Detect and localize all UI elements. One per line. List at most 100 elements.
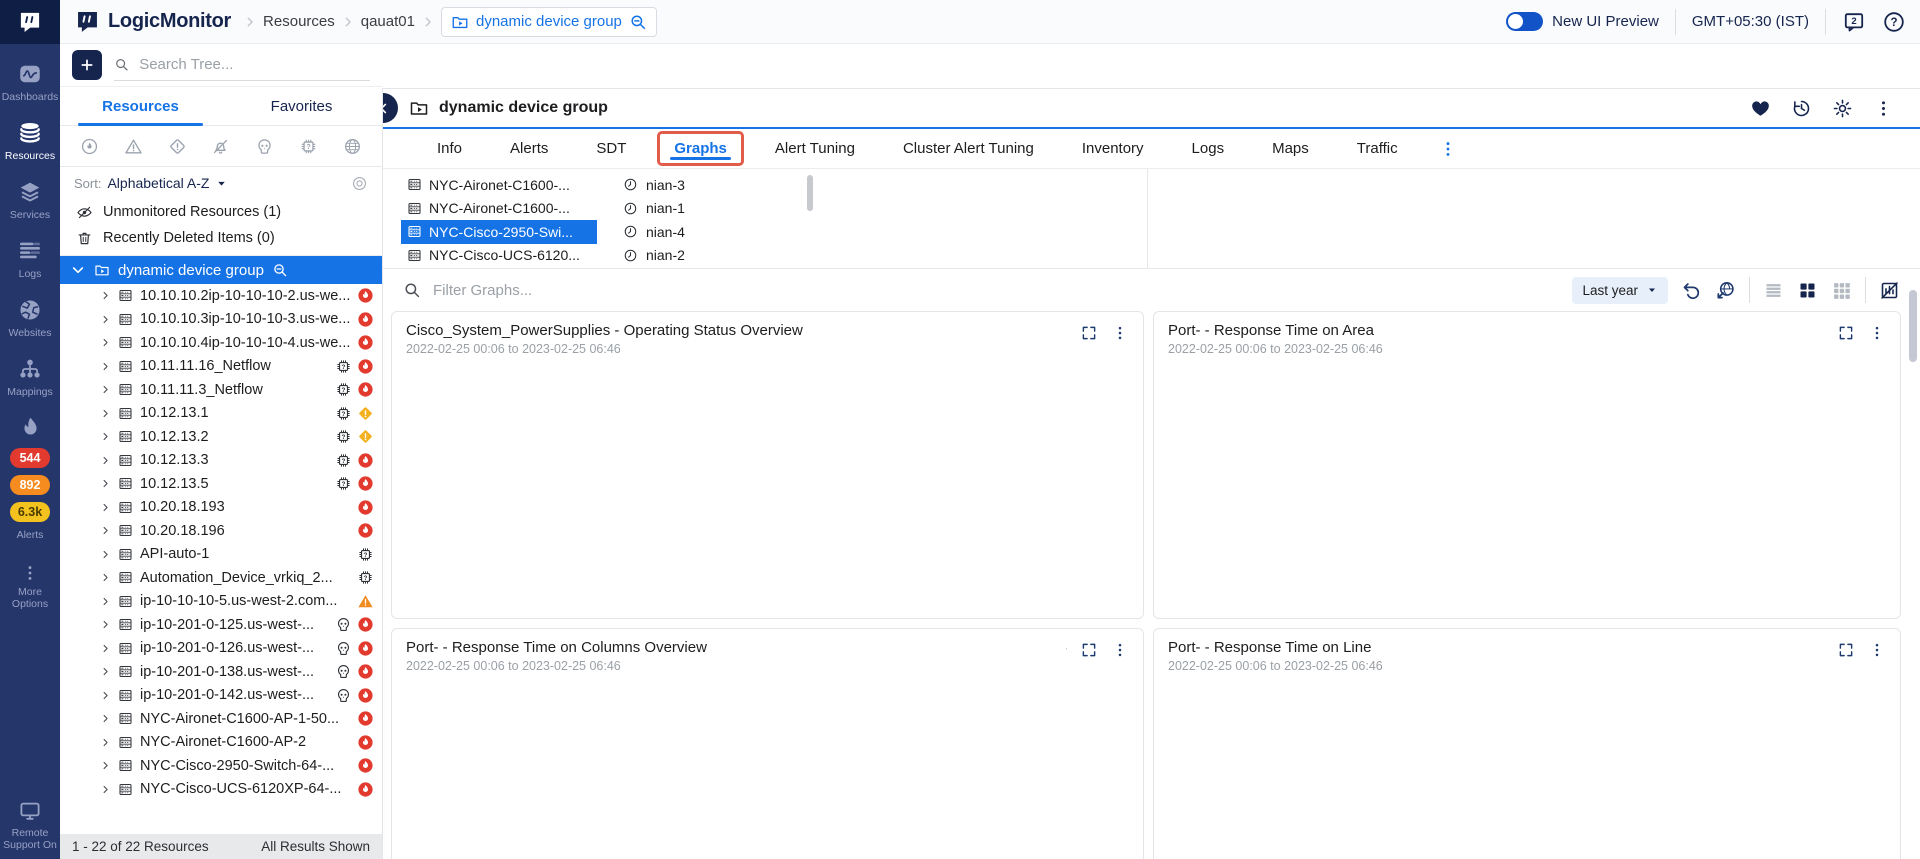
visibility-icon[interactable]: 02468Mar '22May '22Jul '22Sep '22Nov '22… <box>1049 324 1067 342</box>
rail-item-resources[interactable]: Resources <box>0 120 60 162</box>
tree-search-input[interactable] <box>137 55 370 74</box>
skull-icon[interactable] <box>255 137 274 156</box>
globe-export-icon[interactable] <box>1715 280 1736 301</box>
alert-count-badge[interactable]: 544 <box>10 448 50 468</box>
tab-cluster-alert-tuning[interactable]: Cluster Alert Tuning <box>879 131 1058 166</box>
feedback-chat-icon[interactable]: 2 <box>1842 10 1866 34</box>
tree-item[interactable]: 10.12.13.3 ? <box>60 449 382 473</box>
tree-tab-favorites[interactable]: Favorites <box>221 87 382 125</box>
tree-shortcut[interactable]: Recently Deleted Items (0) <box>60 225 382 251</box>
main-scrollbar[interactable] <box>1909 290 1917 362</box>
zoom-out-icon[interactable] <box>629 13 647 31</box>
instance-list-scrollbar[interactable] <box>807 175 813 211</box>
sort-value[interactable]: Alphabetical A-Z <box>107 175 209 191</box>
globe-icon[interactable] <box>343 137 362 156</box>
tab-graphs[interactable]: Graphs <box>657 131 744 166</box>
tab-alerts[interactable]: Alerts <box>486 131 572 166</box>
tree-item[interactable]: 10.10.10.3ip-10-10-10-3.us-we... <box>60 308 382 332</box>
instance-row[interactable]: nian-3 <box>623 173 793 197</box>
graph-filter-input[interactable] <box>431 281 735 300</box>
instance-row[interactable]: nian-1 <box>623 197 793 221</box>
undo-icon[interactable] <box>1681 280 1702 301</box>
tree-item[interactable]: 10.12.13.1 ? <box>60 402 382 426</box>
time-range-select[interactable]: Last year <box>1572 277 1668 304</box>
chip-icon[interactable]: ? <box>299 137 318 156</box>
kebab-icon[interactable] <box>1438 139 1458 159</box>
kebab-icon[interactable] <box>1111 324 1129 342</box>
alerts-flame-icon[interactable] <box>17 414 44 441</box>
tree-item[interactable]: 10.11.11.16_Netflow ? <box>60 355 382 379</box>
tree-shortcut[interactable]: Unmonitored Resources (1) <box>60 199 382 225</box>
tree-group-dynamic-device-group[interactable]: dynamic device group <box>60 256 382 284</box>
tab-logs[interactable]: Logs <box>1168 131 1249 166</box>
tree-item[interactable]: Automation_Device_vrkiq_2... ? <box>60 566 382 590</box>
target-icon[interactable] <box>351 175 368 192</box>
tree-item[interactable]: NYC-Aironet-C1600-AP-1-50... <box>60 707 382 731</box>
help-icon[interactable]: ? <box>1882 10 1906 34</box>
more-options-button[interactable]: More Options <box>4 563 56 610</box>
tree-item[interactable]: 10.11.11.3_Netflow ? <box>60 378 382 402</box>
device-row[interactable]: NYC-Cisco-UCS-6120... <box>401 244 597 268</box>
tree-item[interactable]: NYC-Aironet-C1600-AP-2 <box>60 731 382 755</box>
rail-item-websites[interactable]: Websites <box>0 297 60 339</box>
warning-triangle-outline-icon[interactable] <box>124 137 143 156</box>
visibility-icon[interactable]: 010203040Mar '22May '22Jul '22Sep '22Nov… <box>1806 324 1824 342</box>
zoom-out-icon[interactable] <box>272 262 288 278</box>
expand-icon[interactable] <box>1080 324 1098 342</box>
device-row[interactable]: NYC-Aironet-C1600-... <box>401 197 597 221</box>
rail-item-dashboards[interactable]: Dashboards <box>0 61 60 103</box>
list-view-icon[interactable] <box>1763 280 1784 301</box>
breadcrumb-current-group[interactable]: dynamic device group <box>441 7 657 37</box>
tree-item[interactable]: 10.12.13.2 ? <box>60 425 382 449</box>
tree-item[interactable]: ip-10-201-0-142.us-west-... <box>60 684 382 708</box>
tree-item[interactable]: ip-10-201-0-126.us-west-... <box>60 637 382 661</box>
rail-item-mappings[interactable]: Mappings <box>0 356 60 398</box>
tree-item[interactable]: NYC-Cisco-UCS-6120XP-64-... <box>60 778 382 802</box>
bell-slash-icon[interactable] <box>211 137 230 156</box>
favorite-heart-icon[interactable] <box>1750 98 1771 119</box>
tab-traffic[interactable]: Traffic <box>1333 131 1422 166</box>
collapse-tree-button[interactable] <box>382 93 398 123</box>
warning-diamond-outline-icon[interactable] <box>168 137 187 156</box>
tab-inventory[interactable]: Inventory <box>1058 131 1168 166</box>
chevron-down-icon[interactable] <box>215 177 228 190</box>
kebab-icon[interactable] <box>1868 324 1886 342</box>
tree-item[interactable]: 10.20.18.196 <box>60 519 382 543</box>
tree-item[interactable]: ip-10-201-0-125.us-west-... <box>60 613 382 637</box>
alert-count-badge[interactable]: 892 <box>10 475 50 495</box>
breadcrumb-resources[interactable]: Resources <box>263 13 335 30</box>
expand-icon[interactable] <box>1080 641 1098 659</box>
tree-item[interactable]: 10.10.10.4ip-10-10-10-4.us-we... <box>60 331 382 355</box>
device-row[interactable]: NYC-Cisco-2950-Swi... <box>401 220 597 244</box>
rail-item-services[interactable]: Services <box>0 179 60 221</box>
kebab-menu-icon[interactable] <box>1873 98 1894 119</box>
tree-item[interactable]: ip-10-201-0-138.us-west-... <box>60 660 382 684</box>
grid-3-view-icon[interactable] <box>1831 280 1852 301</box>
device-row[interactable]: NYC-Aironet-C1600-... <box>401 173 597 197</box>
tree-item[interactable]: API-auto-1 ? <box>60 543 382 567</box>
expand-icon[interactable] <box>1837 324 1855 342</box>
sdt-clock-icon[interactable] <box>1791 98 1812 119</box>
brand[interactable]: LogicMonitor <box>74 8 231 35</box>
tab-alert-tuning[interactable]: Alert Tuning <box>751 131 879 166</box>
tree-tab-resources[interactable]: Resources <box>60 87 221 125</box>
flame-outline-icon[interactable] <box>80 137 99 156</box>
instance-row[interactable]: nian-4 <box>623 220 793 244</box>
new-ui-toggle[interactable] <box>1506 12 1543 31</box>
kebab-icon[interactable] <box>1868 641 1886 659</box>
alert-count-badge[interactable]: 6.3k <box>10 502 50 522</box>
tree-item[interactable]: NYC-Cisco-2950-Switch-64-... <box>60 754 382 778</box>
visibility-icon[interactable]: 02.5k5k7.5kMar '22May '22Jul '22Sep '22N… <box>1049 641 1067 659</box>
tab-info[interactable]: Info <box>413 131 486 166</box>
instance-row[interactable]: nian-2 <box>623 244 793 268</box>
no-data-toggle-icon[interactable] <box>1879 280 1900 301</box>
grid-2-view-icon[interactable] <box>1797 280 1818 301</box>
kebab-icon[interactable] <box>1111 641 1129 659</box>
tree-item[interactable]: 10.12.13.5 ? <box>60 472 382 496</box>
timezone-label[interactable]: GMT+05:30 (IST) <box>1692 13 1809 30</box>
tab-maps[interactable]: Maps <box>1248 131 1333 166</box>
breadcrumb-qauat01[interactable]: qauat01 <box>361 13 415 30</box>
tree-item[interactable]: 10.10.10.2ip-10-10-10-2.us-we... <box>60 284 382 308</box>
visibility-icon[interactable]: 0255075Mar '22May '22Jul '22Sep '22Nov '… <box>1806 641 1824 659</box>
add-resource-button[interactable] <box>72 50 102 80</box>
